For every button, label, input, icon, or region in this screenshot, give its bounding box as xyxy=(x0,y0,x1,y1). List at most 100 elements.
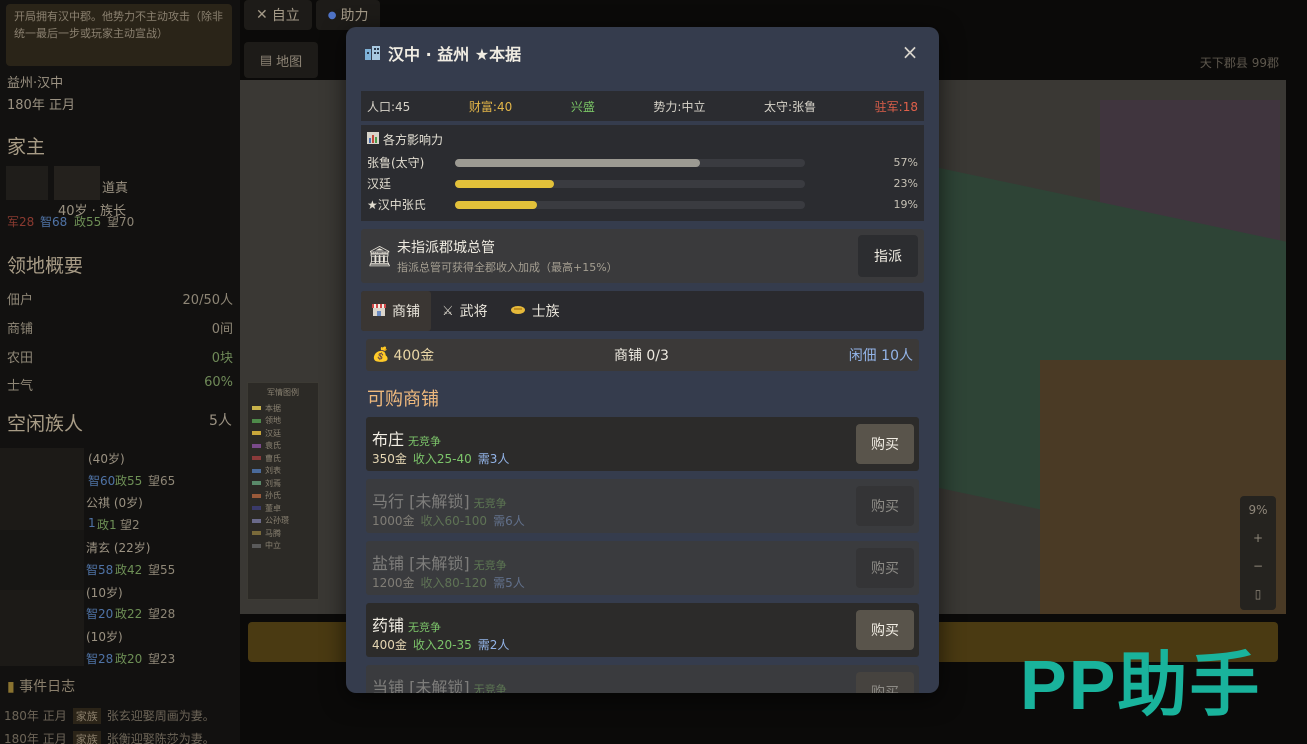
map-legend: 军情图例 本据 领地 汉廷 袁氏 曹氏 刘表 刘焉 孙氏 董卓 公孙瓒 马腾 中立 xyxy=(247,382,319,600)
influence-title: 各方影响力 xyxy=(367,131,918,148)
member-name: (10岁) xyxy=(86,630,123,644)
legend-label: 刘表 xyxy=(265,466,281,476)
member-stat: 智58 xyxy=(86,563,114,577)
member-stat: 1 xyxy=(88,516,96,530)
start-notice: 开局拥有汉中郡。他势力不主动攻击（除非统一最后一步或玩家主动宣战） xyxy=(6,4,232,66)
shop-price: 1200金 xyxy=(372,576,415,590)
reset-view-button[interactable]: ▯ xyxy=(1240,580,1276,608)
buy-button[interactable]: 购买 xyxy=(856,548,914,588)
crossed-swords-icon: ⚔ xyxy=(442,303,454,319)
influence-party: 汉廷 xyxy=(367,177,392,191)
tab-map[interactable]: ▤ 地图 xyxy=(244,42,318,78)
shop-item: 药铺 无竞争 400金 收入20-35 需2人 购买 xyxy=(366,603,919,657)
shop-item: 马行 [未解锁] 无竞争 1000金 收入60-100 需6人 购买 xyxy=(366,479,919,533)
legend-item: 孙氏 xyxy=(252,490,314,503)
shop-count: 商铺 0/3 xyxy=(613,348,669,364)
shop-income: 收入20-35 xyxy=(412,638,472,652)
member-name: (40岁) xyxy=(88,452,125,466)
tab-assist[interactable]: ● 助力 xyxy=(315,0,381,30)
left-panel: 开局拥有汉中郡。他势力不主动攻击（除非统一最后一步或玩家主动宣战） 益州·汉中 … xyxy=(0,0,240,744)
influence-bar xyxy=(455,200,805,209)
legend-label: 公孙瓒 xyxy=(265,516,289,526)
head-stat-fame: 望70 xyxy=(107,215,135,229)
family-head-title: 家主 xyxy=(7,136,46,158)
buy-button[interactable]: 购买 xyxy=(856,424,914,464)
legend-item: 袁氏 xyxy=(252,440,314,453)
shop-item: 布庄 无竞争 350金 收入25-40 需3人 购买 xyxy=(366,417,919,471)
shop-info: 350金 收入25-40 需3人 xyxy=(372,450,509,467)
legend-label: 汉廷 xyxy=(265,428,281,438)
tab-shops[interactable]: 商铺 xyxy=(361,291,431,331)
legend-label: 董卓 xyxy=(265,503,281,513)
dialog-header: 汉中 · 益州 ★本据 × xyxy=(346,27,939,79)
county-count: 天下郡县 99郡 xyxy=(1199,56,1279,70)
zoom-out-button[interactable]: − xyxy=(1240,552,1276,580)
zoom-level: 9% xyxy=(1248,503,1268,517)
influence-bar-fill xyxy=(455,200,537,209)
legend-title: 军情图例 xyxy=(267,388,299,397)
legend-swatch xyxy=(252,468,261,473)
zoom-control: 9% + − ▯ xyxy=(1240,496,1276,610)
member-portrait[interactable] xyxy=(0,530,84,590)
member-portrait[interactable] xyxy=(0,590,84,666)
shop-price: 350金 xyxy=(372,452,407,466)
buy-button[interactable]: 购买 xyxy=(856,610,914,650)
buy-button[interactable]: 购买 xyxy=(856,672,914,693)
governor-stat: 太守:张鲁 xyxy=(764,99,817,114)
legend-swatch xyxy=(252,543,261,548)
legend-swatch xyxy=(252,406,261,411)
member-name: 清玄 (22岁) xyxy=(86,541,151,555)
shop-staff-need: 需6人 xyxy=(493,514,525,528)
event-entry: 180年 正月 家族 张玄迎娶周画为妻。 xyxy=(4,708,215,724)
idle-members-title: 空闲族人 xyxy=(7,413,84,435)
avatar-frame xyxy=(54,166,100,200)
dialog-body: 人口:45 财富:40 兴盛 势力:中立 太守:张鲁 驻军:18 各方影响力 张… xyxy=(361,91,924,693)
overview-row: 佃户 20/50人 xyxy=(7,293,233,308)
population-stat: 人口:45 xyxy=(367,99,411,114)
shop-item: 盐铺 [未解锁] 无竞争 1200金 收入80-120 需5人 购买 xyxy=(366,541,919,595)
avatar[interactable] xyxy=(6,166,48,200)
member-name: (10岁) xyxy=(86,586,123,600)
handshake-icon xyxy=(510,303,526,319)
bar-chart-icon xyxy=(367,132,379,147)
legend-label: 本据 xyxy=(265,403,281,413)
zoom-in-button[interactable]: + xyxy=(1240,524,1276,552)
shop-price: 400金 xyxy=(372,638,407,652)
watermark-logo: PP助手 xyxy=(1020,646,1262,724)
influence-row: 张鲁(太守) 57% xyxy=(367,152,918,173)
event-log-title: ▮ 事件日志 xyxy=(7,679,76,695)
influence-panel: 各方影响力 张鲁(太守) 57% 汉廷 23% ★汉中张氏 19% xyxy=(361,125,924,221)
legend-swatch xyxy=(252,431,261,436)
tab-generals[interactable]: ⚔ 武将 xyxy=(431,291,499,331)
assign-button[interactable]: 指派 xyxy=(858,235,918,277)
tab-independence[interactable]: ✕ 自立 xyxy=(244,0,312,30)
influence-percent: 19% xyxy=(893,198,918,211)
dot-icon: ● xyxy=(327,9,337,21)
legend-label: 孙氏 xyxy=(265,491,281,501)
legend-swatch xyxy=(252,443,261,448)
influence-row: 汉廷 23% xyxy=(367,173,918,194)
overview-title: 领地概要 xyxy=(7,255,84,277)
close-button[interactable]: × xyxy=(899,40,921,64)
competition-label: 无竞争 xyxy=(408,435,442,448)
tab-gentry[interactable]: 士族 xyxy=(499,291,571,331)
member-portrait[interactable] xyxy=(0,448,84,530)
member-stat: 智28 xyxy=(86,652,114,666)
legend-swatch xyxy=(252,481,261,486)
member-stat: 智20 xyxy=(86,607,114,621)
legend-item: 汉廷 xyxy=(252,427,314,440)
member-stat: 望2 xyxy=(120,518,140,532)
shop-name: 布庄 无竞争 xyxy=(372,430,442,449)
shop-name: 当铺 [未解锁] 无竞争 xyxy=(372,674,507,693)
legend-item: 曹氏 xyxy=(252,452,314,465)
crossed-swords-icon: ✕ xyxy=(256,7,268,23)
competition-label: 无竞争 xyxy=(473,497,507,510)
buy-button[interactable]: 购买 xyxy=(856,486,914,526)
competition-label: 无竞争 xyxy=(408,621,442,634)
legend-swatch xyxy=(252,493,261,498)
section-title: 可购商铺 xyxy=(367,389,439,410)
legend-label: 领地 xyxy=(265,416,281,426)
county-dialog: 汉中 · 益州 ★本据 × 人口:45 财富:40 兴盛 势力:中立 太守:张鲁… xyxy=(346,27,939,693)
head-stat-pol: 政55 xyxy=(74,215,102,229)
member-stat: 望55 xyxy=(148,563,176,577)
